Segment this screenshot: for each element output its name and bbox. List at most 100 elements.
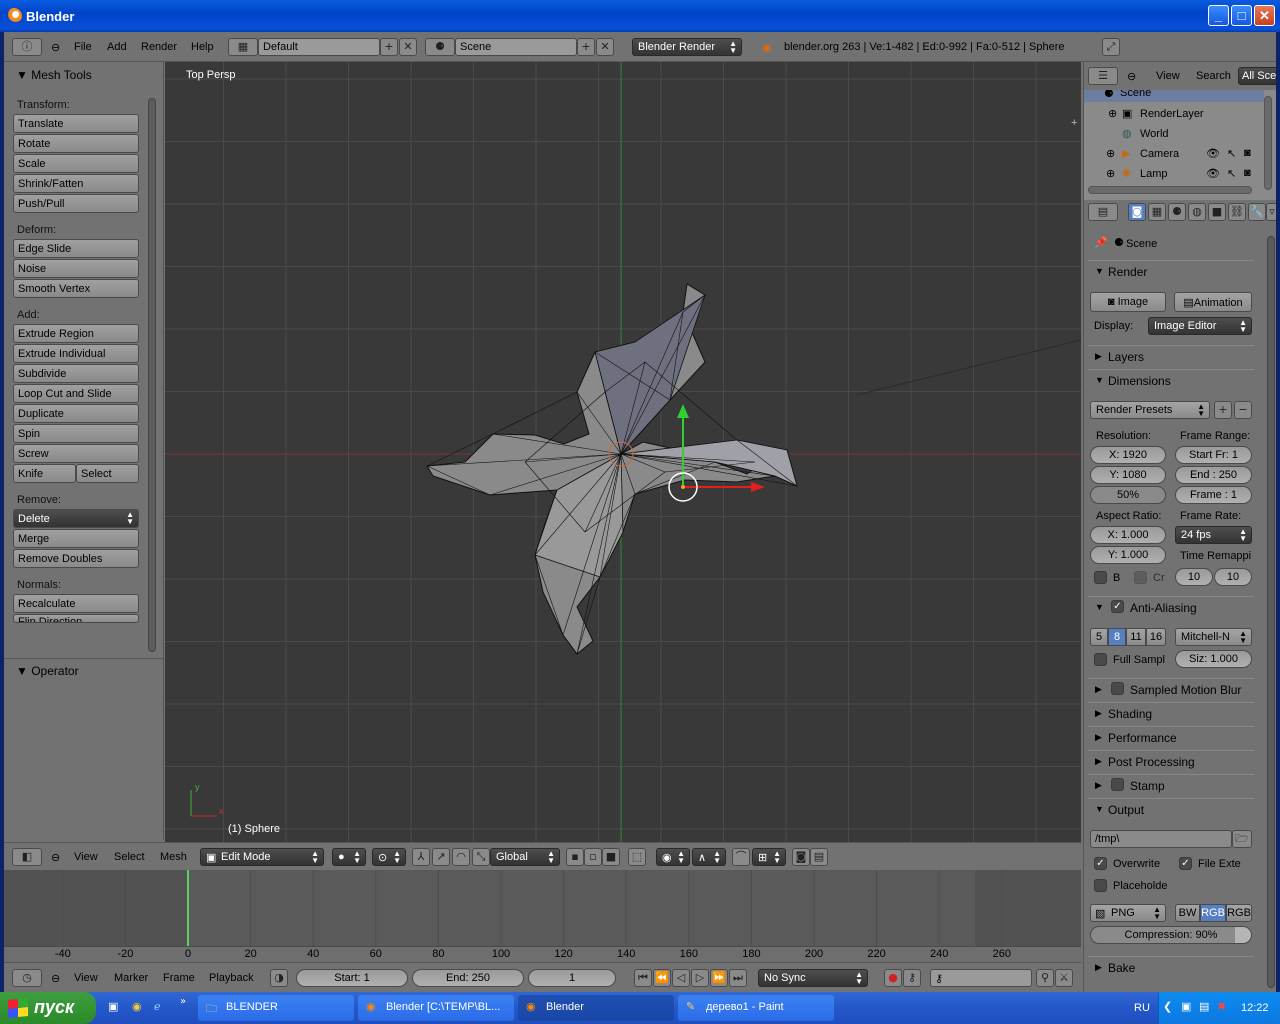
properties-toggle-icon[interactable]: + [1071, 117, 1077, 129]
taskbar-item-folder[interactable]: 🗀 BLENDER [198, 995, 354, 1021]
tray-app-icon[interactable]: ▤ [1199, 1000, 1209, 1013]
start-button[interactable]: пуск [0, 992, 96, 1024]
jump-prev-key-icon[interactable]: ⏪ [653, 969, 671, 987]
preview-range-icon[interactable]: ◑ [270, 969, 288, 987]
scene-tab-icon[interactable]: ⚈ [1168, 203, 1186, 221]
editor-type-info-icon[interactable]: ⓘ [12, 38, 42, 56]
outliner-menu-view[interactable]: View [1156, 70, 1180, 82]
pivot-point-select[interactable]: ⊙ ▲ ▼ [372, 848, 406, 866]
play-icon[interactable]: ▷ [691, 969, 709, 987]
render-opengl-icon[interactable]: ◙ [792, 848, 810, 866]
auto-keyframe-icon[interactable]: ● [884, 969, 902, 987]
object-tab-icon[interactable]: ■ [1208, 203, 1226, 221]
toolshelf-scrollbar[interactable] [148, 98, 156, 652]
scale-button[interactable]: Scale [13, 154, 139, 173]
remove-layout-icon[interactable]: ✕ [399, 38, 417, 56]
jump-start-icon[interactable]: ⏮ [634, 969, 652, 987]
antialiasing-checkbox[interactable]: ✓ [1111, 600, 1124, 613]
color-mode-rgba[interactable]: RGB [1226, 904, 1252, 922]
outliner-item-camera[interactable]: ⊕ ▶ Camera 👁 ↖ ◙ [1084, 144, 1264, 164]
current-frame-field[interactable]: 1 [528, 969, 616, 987]
editor-type-3d-icon[interactable]: ◧ [12, 848, 42, 866]
remap-new-field[interactable]: 10 [1214, 568, 1252, 586]
add-scene-icon[interactable]: + [577, 38, 595, 56]
3d-viewport[interactable]: y x + Top Persp (1) Sphere [165, 62, 1081, 842]
remove-preset-icon[interactable]: − [1234, 401, 1252, 419]
play-reverse-icon[interactable]: ◁ [672, 969, 690, 987]
close-button[interactable]: ✕ [1254, 5, 1275, 26]
renderlayers-tab-icon[interactable]: ▦ [1148, 203, 1166, 221]
add-layout-icon[interactable]: + [380, 38, 398, 56]
sync-mode-select[interactable]: No Sync ▲ ▼ [758, 969, 868, 987]
smooth-vertex-button[interactable]: Smooth Vertex [13, 279, 139, 298]
resolution-y-field[interactable]: Y: 1080 [1090, 466, 1166, 484]
constraints-tab-icon[interactable]: ⛓ [1228, 203, 1246, 221]
viewport-shading-select[interactable]: ● ▲ ▼ [332, 848, 366, 866]
snap-element-select[interactable]: ⊞ ▲ ▼ [752, 848, 786, 866]
frame-step-field[interactable]: Frame : 1 [1175, 486, 1252, 504]
jump-end-icon[interactable]: ⏭ [729, 969, 747, 987]
screw-button[interactable]: Screw [13, 444, 139, 463]
browse-folder-icon[interactable]: 🗁 [1232, 830, 1252, 848]
output-path-field[interactable]: /tmp\ [1090, 830, 1232, 848]
select-cursor-icon[interactable]: ↖ [1227, 147, 1236, 160]
outliner-menu-search[interactable]: Search [1196, 70, 1231, 82]
delete-menu[interactable]: Delete ▲ ▼ [13, 509, 139, 528]
timeline-editor[interactable]: -40 -20 0 20 40 60 80 100 120 140 160 180 200 220 240 2… [4, 870, 1081, 962]
panel-antialiasing-header[interactable]: ▼ ✓ Anti-Aliasing [1088, 596, 1254, 618]
merge-button[interactable]: Merge [13, 529, 139, 548]
filter-size-field[interactable]: Siz: 1.000 [1175, 650, 1252, 668]
editor-type-timeline-icon[interactable]: ◷ [12, 969, 42, 987]
aspect-x-field[interactable]: X: 1.000 [1090, 526, 1166, 544]
aa-samples-8[interactable]: 8 [1108, 628, 1126, 646]
end-frame-field[interactable]: End : 250 [1175, 466, 1252, 484]
window-titlebar[interactable]: Blender _ □ ✕ [0, 0, 1280, 32]
crop-checkbox[interactable] [1134, 571, 1147, 584]
expand-icon[interactable]: ⊕ [1106, 147, 1115, 160]
collapse-menu-icon[interactable]: ⊖ [51, 851, 60, 864]
mesh-object[interactable] [426, 283, 798, 655]
panel-dimensions-header[interactable]: ▼ Dimensions [1088, 369, 1254, 391]
outliner-hscrollbar[interactable] [1088, 186, 1252, 194]
ie-icon[interactable]: ℯ [154, 1000, 161, 1013]
edge-select-icon[interactable]: ▫ [584, 848, 602, 866]
aa-samples-16[interactable]: 16 [1146, 628, 1166, 646]
occlude-geometry-icon[interactable]: ⬚ [628, 848, 646, 866]
antivirus-icon[interactable]: ✖ [1217, 1000, 1226, 1013]
frame-rate-select[interactable]: 24 fps ▲ ▼ [1175, 526, 1252, 544]
translate-button[interactable]: Translate [13, 114, 139, 133]
menu-view[interactable]: View [74, 851, 98, 863]
minimize-button[interactable]: _ [1208, 5, 1229, 26]
spin-button[interactable]: Spin [13, 424, 139, 443]
panel-bake-header[interactable]: ▶ Bake [1088, 956, 1254, 978]
translate-manipulator-icon[interactable]: ↗ [432, 848, 450, 866]
taskbar-item-blender[interactable]: ◉ Blender [518, 995, 674, 1021]
extrude-region-button[interactable]: Extrude Region [13, 324, 139, 343]
delete-keyframe-icon[interactable]: ⚔ [1055, 969, 1073, 987]
menu-render[interactable]: Render [141, 41, 177, 53]
outliner-item-scene[interactable]: ⚈ Scene [1084, 90, 1264, 102]
editor-type-outliner-icon[interactable]: ☰ [1088, 67, 1118, 85]
start-frame-field[interactable]: Start Fr: 1 [1175, 446, 1252, 464]
aa-samples-11[interactable]: 11 [1126, 628, 1146, 646]
vertex-select-icon[interactable]: ▪ [566, 848, 584, 866]
clock[interactable]: 12:22 [1241, 1002, 1269, 1014]
jump-next-key-icon[interactable]: ⏩ [710, 969, 728, 987]
knife-select-button[interactable]: Select [76, 464, 139, 483]
rotate-manipulator-icon[interactable]: ◠ [452, 848, 470, 866]
manipulator-toggle-icon[interactable]: ⅄ [412, 848, 430, 866]
select-cursor-icon[interactable]: ↖ [1227, 167, 1236, 180]
extrude-individual-button[interactable]: Extrude Individual [13, 344, 139, 363]
subdivide-button[interactable]: Subdivide [13, 364, 139, 383]
resolution-x-field[interactable]: X: 1920 [1090, 446, 1166, 464]
shrink-fatten-button[interactable]: Shrink/Fatten [13, 174, 139, 193]
render-camera-icon[interactable]: ◙ [1244, 167, 1251, 179]
scale-manipulator-icon[interactable]: ⤡ [472, 848, 490, 866]
remove-scene-icon[interactable]: ✕ [596, 38, 614, 56]
render-tab-icon[interactable]: ◙ [1128, 203, 1146, 221]
panel-output-header[interactable]: ▼ Output [1088, 798, 1254, 820]
outliner-vscrollbar[interactable] [1264, 96, 1272, 190]
panel-post-processing-header[interactable]: ▶ Post Processing [1088, 750, 1254, 772]
menu-select[interactable]: Select [114, 851, 145, 863]
remap-old-field[interactable]: 10 [1175, 568, 1213, 586]
